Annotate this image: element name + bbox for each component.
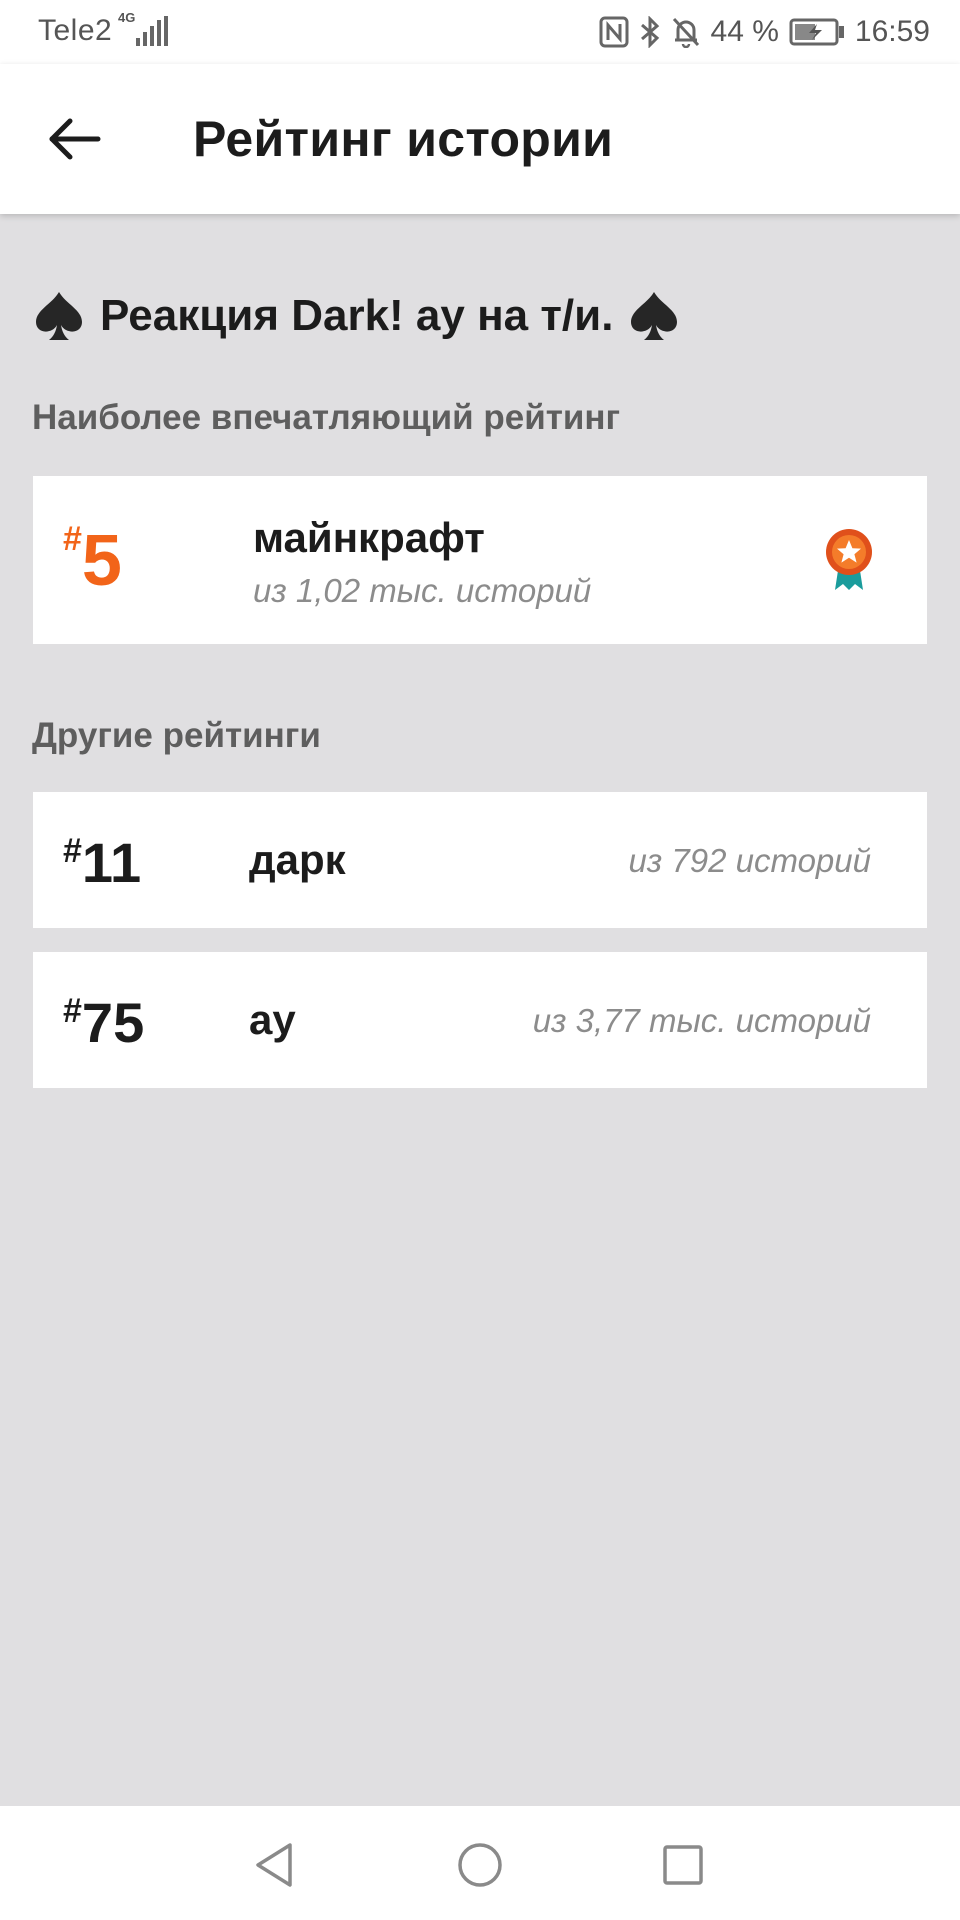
back-button[interactable] <box>42 106 108 172</box>
app-header: Рейтинг истории <box>0 64 960 214</box>
tag-story-count: из 792 историй <box>628 842 871 879</box>
nav-back-icon[interactable] <box>250 1840 300 1890</box>
spade-icon <box>36 292 82 340</box>
top-rank: #5 <box>63 518 122 604</box>
tag-story-count: из 1,02 тыс. историй <box>253 572 592 609</box>
story-title: Реакция Dark! ау на т/и. <box>100 291 614 340</box>
spade-icon <box>631 292 678 340</box>
rank-hash: # <box>63 520 82 558</box>
rank-number: 5 <box>81 521 122 601</box>
rank-hash: # <box>63 832 82 870</box>
status-icons: 44 % 16:59 <box>599 12 930 52</box>
tag-name: ау <box>249 996 296 1043</box>
medal-icon <box>826 529 872 590</box>
nav-recent-icon[interactable] <box>658 1840 708 1890</box>
bluetooth-icon <box>640 16 659 48</box>
arrow-left-icon <box>49 118 101 160</box>
nfc-icon <box>599 16 629 48</box>
rating-row[interactable]: #75 ау из 3,77 тыс. историй <box>33 952 927 1088</box>
rank-hash: # <box>63 992 82 1030</box>
nav-home-icon[interactable] <box>455 1840 505 1890</box>
system-nav-bar <box>0 1806 960 1920</box>
status-bar: Tele2 4G 44 % 16:59 <box>0 0 960 64</box>
other-ratings-section-label: Другие рейтинги <box>32 716 321 755</box>
network-type-badge: 4G <box>118 10 136 25</box>
battery-percent: 44 % <box>710 15 779 48</box>
tag-name: дарк <box>249 836 346 883</box>
tag-story-count: из 3,77 тыс. историй <box>532 1002 871 1039</box>
rank-number: 11 <box>81 831 142 894</box>
rating-row[interactable]: #11 дарк из 792 историй <box>33 792 927 928</box>
carrier-name: Tele2 <box>38 14 113 47</box>
top-rating-section-label: Наиболее впечатляющий рейтинг <box>32 398 621 437</box>
page-title: Рейтинг истории <box>193 111 614 167</box>
row-rank: #11 <box>63 830 141 896</box>
clock: 16:59 <box>854 15 930 48</box>
row-rank: #75 <box>63 990 144 1056</box>
bell-off-icon <box>672 17 699 48</box>
story-title-row: Реакция Dark! ау на т/и. <box>32 290 932 342</box>
signal-strength-icon <box>136 16 168 46</box>
battery-charging-icon <box>789 18 844 46</box>
rank-number: 75 <box>81 991 145 1054</box>
tag-name: майнкрафт <box>253 514 485 561</box>
top-rating-card[interactable]: #5 майнкрафт из 1,02 тыс. историй <box>33 476 927 644</box>
